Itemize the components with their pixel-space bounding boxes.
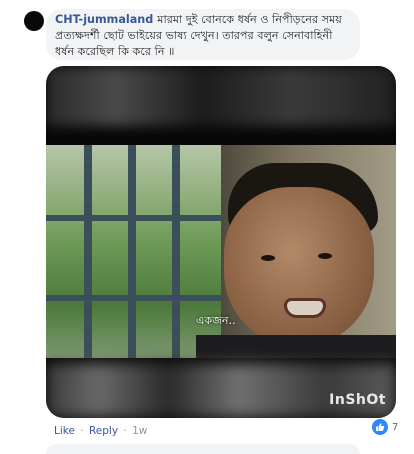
comment-actions: Like · Reply · 1w (54, 425, 149, 437)
comment-timestamp[interactable]: 1w (132, 425, 147, 437)
like-link[interactable]: Like (54, 425, 75, 437)
separator: · (123, 425, 127, 437)
comment-thread: CHT-jummaland মারমা দুই বোনকে ধর্ষন ও নিপ… (0, 0, 414, 454)
person-shirt (196, 335, 396, 358)
comment-author-link[interactable]: CHT-jummaland (55, 13, 153, 26)
next-comment-bubble (46, 444, 360, 454)
window-bar (84, 145, 92, 358)
window-bar (128, 145, 136, 358)
window-bar (46, 215, 221, 221)
avatar[interactable] (24, 11, 44, 31)
reaction-summary[interactable]: 7 (371, 418, 399, 436)
window-bar (172, 145, 180, 358)
video-blur-top (46, 66, 396, 126)
window-bar (46, 295, 221, 301)
person-mouth (284, 298, 326, 318)
reply-link[interactable]: Reply (89, 425, 118, 437)
reaction-count: 7 (392, 421, 399, 433)
person-eye (261, 255, 275, 261)
video-subtitle: একজন.. (196, 314, 236, 327)
comment-body: CHT-jummaland মারমা দুই বোনকে ধর্ষন ও নিপ… (55, 12, 355, 60)
separator: · (80, 425, 84, 437)
inshot-watermark: InShOt (329, 392, 386, 408)
video-attachment[interactable]: একজন.. InShOt (46, 66, 396, 418)
like-icon (371, 418, 389, 436)
video-blur-bottom (46, 363, 396, 418)
person-face (224, 187, 374, 347)
person-eye (318, 253, 332, 259)
